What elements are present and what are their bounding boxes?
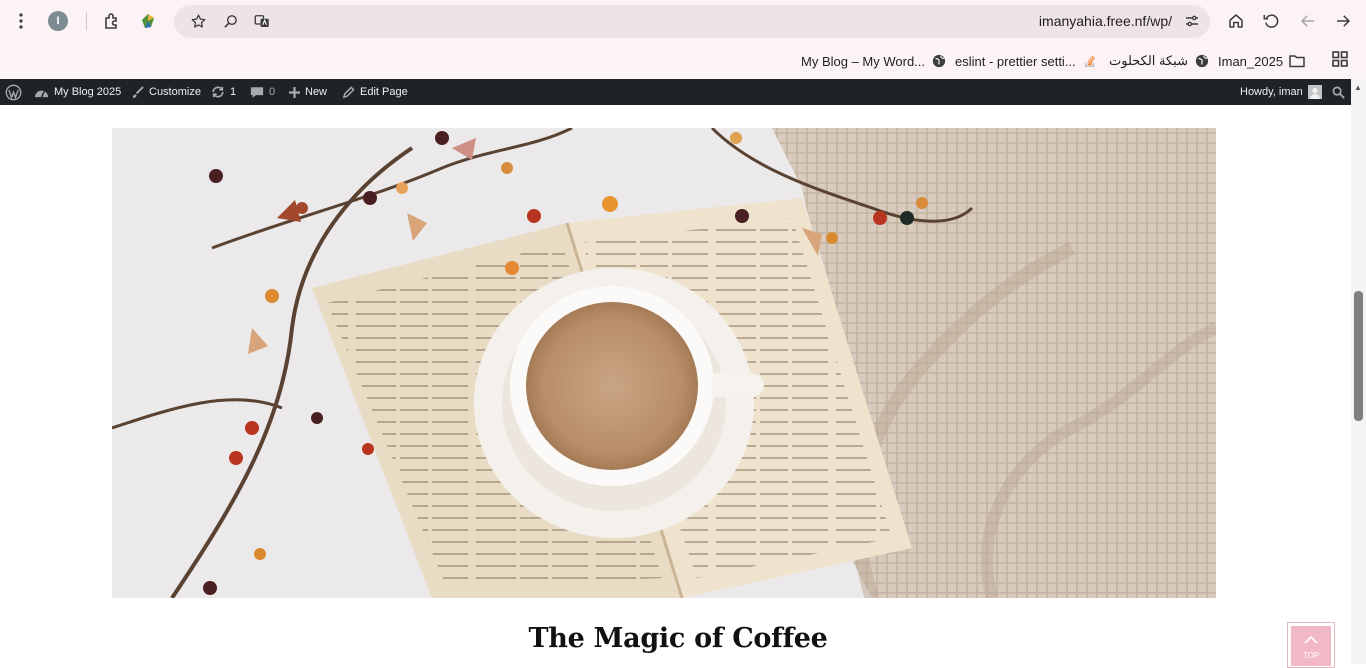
browser-toolbar: I imanyahia.free.nf/wp/ — [0, 0, 1366, 42]
comments-count: 0 — [269, 86, 276, 98]
paintbrush-icon — [131, 85, 144, 99]
stackoverflow-icon — [1082, 53, 1098, 69]
zoom-icon[interactable] — [216, 7, 244, 35]
chevron-up-icon — [1304, 635, 1318, 644]
bookmark-star-icon[interactable] — [184, 7, 212, 35]
bookmark-label: Iman_2025 — [1218, 53, 1284, 69]
page-scrollbar[interactable]: ▲ — [1351, 79, 1366, 664]
bookmark-my-blog[interactable]: My Blog – My Word... — [801, 51, 947, 71]
globe-icon — [1194, 53, 1210, 69]
home-icon[interactable] — [1221, 6, 1251, 36]
plus-icon — [289, 86, 300, 98]
page-content: The Magic of Coffee — [0, 105, 1351, 664]
customize-link[interactable]: Customize — [131, 79, 201, 105]
scroll-up-arrow-icon[interactable]: ▲ — [1354, 83, 1362, 92]
menu-kebab-icon[interactable] — [6, 6, 36, 36]
featured-image — [112, 128, 1216, 598]
extension-app-icon[interactable] — [133, 6, 163, 36]
bookmark-folder-iman[interactable]: Iman_2025 — [1218, 51, 1305, 71]
bookmark-label: My Blog – My Word... — [801, 53, 926, 69]
translate-icon[interactable] — [248, 7, 276, 35]
back-to-top-button[interactable]: TOP — [1287, 622, 1335, 668]
bookmark-eslint[interactable]: eslint - prettier setti... — [955, 51, 1098, 71]
extensions-icon[interactable] — [97, 6, 127, 36]
edit-page-label: Edit Page — [360, 86, 408, 98]
bookmark-arabic-network[interactable]: شبكة الكحلوت — [1109, 51, 1210, 71]
new-content-menu[interactable]: New — [289, 79, 327, 105]
url-text[interactable]: imanyahia.free.nf/wp/ — [1039, 13, 1172, 29]
site-settings-icon[interactable] — [1178, 7, 1206, 35]
pencil-icon — [342, 85, 355, 99]
reload-icon[interactable] — [1256, 6, 1286, 36]
bookmarks-bar: My Blog – My Word... eslint - prettier s… — [0, 42, 1366, 79]
updates-count: 1 — [230, 86, 237, 98]
edit-page-link[interactable]: Edit Page — [342, 79, 408, 105]
search-icon[interactable] — [1332, 79, 1345, 105]
howdy-greeting: Howdy, iman — [1240, 86, 1303, 98]
site-name: My Blog 2025 — [54, 86, 122, 98]
new-label: New — [305, 86, 328, 98]
updates-link[interactable]: 1 — [211, 79, 236, 105]
site-name-menu[interactable]: My Blog 2025 — [34, 79, 121, 105]
post-title: The Magic of Coffee — [528, 623, 828, 654]
toolbar-divider — [86, 12, 87, 30]
dashboard-gauge-icon — [34, 86, 49, 99]
folder-icon — [1289, 53, 1305, 69]
user-avatar — [1307, 85, 1322, 99]
back-arrow-icon[interactable] — [1293, 6, 1323, 36]
customize-label: Customize — [149, 86, 201, 98]
scrollbar-thumb[interactable] — [1354, 291, 1363, 421]
comments-link[interactable]: 0 — [250, 79, 275, 105]
back-to-top-inner: TOP — [1291, 626, 1331, 666]
address-bar[interactable]: imanyahia.free.nf/wp/ — [174, 5, 1210, 38]
comment-bubble-icon — [250, 86, 264, 99]
wordpress-logo-icon[interactable] — [5, 79, 22, 105]
back-to-top-label: TOP — [1302, 651, 1320, 660]
globe-icon — [931, 53, 947, 69]
profile-avatar[interactable]: I — [48, 11, 68, 31]
wp-admin-bar: My Blog 2025 Customize 1 0 New Edit Page… — [0, 79, 1366, 105]
all-bookmarks-icon[interactable] — [1325, 44, 1355, 74]
bookmark-label: eslint - prettier setti... — [955, 53, 1076, 69]
bookmark-label: شبكة الكحلوت — [1109, 53, 1188, 68]
account-menu[interactable]: Howdy, iman — [1240, 79, 1322, 105]
updates-refresh-icon — [211, 85, 225, 99]
forward-arrow-icon[interactable] — [1328, 6, 1358, 36]
